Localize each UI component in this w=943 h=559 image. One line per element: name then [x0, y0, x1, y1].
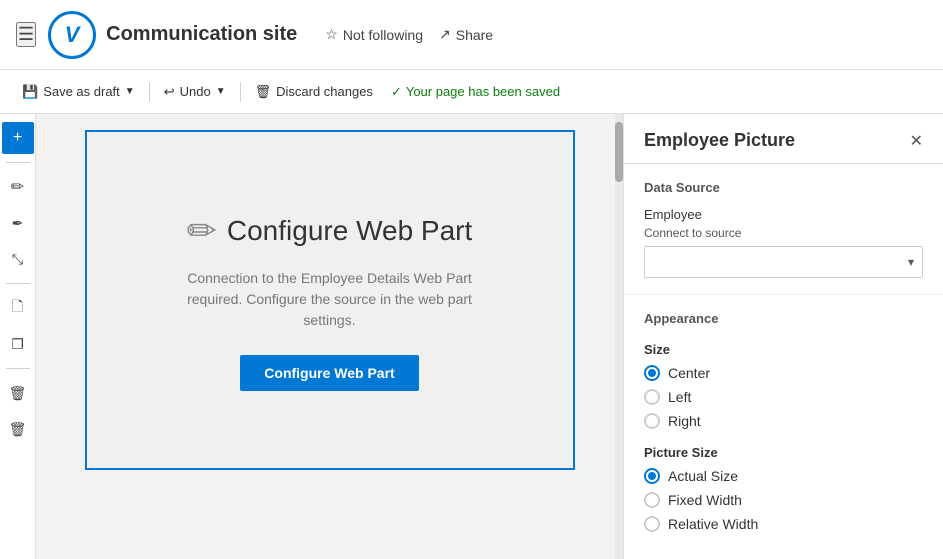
size-center-label: Center [668, 365, 710, 381]
size-option-right[interactable]: Right [644, 413, 923, 429]
panel-title: Employee Picture [644, 130, 795, 151]
picture-size-option-relative[interactable]: Relative Width [644, 516, 923, 532]
move-icon: ⤡ [12, 251, 23, 268]
web-part-container: ✏ Configure Web Part Connection to the E… [85, 130, 575, 470]
undo-button[interactable]: ↩ Undo ▼ [154, 78, 236, 106]
main-layout: + ✏ ✒ ⤡ 🗋 ❐ 🗑 🗑 ✏ Configure [0, 114, 943, 559]
edit-icon: ✏ [11, 177, 24, 197]
appearance-heading: Appearance [644, 311, 923, 326]
data-source-heading: Data Source [644, 180, 923, 195]
size-option-center[interactable]: Center [644, 365, 923, 381]
panel-close-button[interactable]: ✕ [910, 131, 923, 151]
configure-description: Connection to the Employee Details Web P… [180, 268, 480, 331]
not-following-button[interactable]: ☆ Not following [325, 26, 423, 43]
sidebar-separator-2 [6, 283, 30, 284]
picture-size-relative-label: Relative Width [668, 516, 758, 532]
dropdown-chevron-icon: ▾ [908, 255, 914, 269]
canvas-area: ✏ Configure Web Part Connection to the E… [36, 114, 623, 559]
sidebar-edit-icon[interactable]: ✏ [2, 171, 34, 203]
toolbar-divider-2 [240, 82, 241, 102]
discard-icon: 🗑 [255, 84, 272, 100]
undo-chevron-icon: ▼ [216, 86, 226, 97]
save-as-draft-button[interactable]: 💾 Save as draft ▼ [12, 78, 145, 106]
sidebar-pencil-icon[interactable]: ✒ [2, 207, 34, 239]
canvas-scrollbar[interactable] [615, 114, 623, 559]
size-left-label: Left [668, 389, 691, 405]
check-icon: ✓ [391, 84, 402, 100]
star-icon: ☆ [325, 26, 338, 43]
picture-size-option-fixed[interactable]: Fixed Width [644, 492, 923, 508]
panel-header: Employee Picture ✕ [624, 114, 943, 164]
share-button[interactable]: ↗ Share [439, 26, 493, 43]
configure-web-part-button[interactable]: Configure Web Part [240, 355, 418, 391]
undo-icon: ↩ [164, 84, 175, 100]
toolbar: 💾 Save as draft ▼ ↩ Undo ▼ 🗑 Discard cha… [0, 70, 943, 114]
add-section-button[interactable]: + [2, 122, 34, 154]
configure-title: ✏ Configure Web Part [187, 210, 473, 252]
data-source-section: Data Source Employee Connect to source ▾ [624, 164, 943, 295]
save-icon: 💾 [22, 84, 38, 100]
picture-size-actual-label: Actual Size [668, 468, 738, 484]
picture-size-radio-fixed [644, 492, 660, 508]
copy-icon: ❐ [11, 336, 24, 353]
sidebar-separator-1 [6, 162, 30, 163]
logo-icon: V [48, 11, 96, 59]
sidebar-page-icon[interactable]: 🗋 [2, 292, 34, 324]
sidebar-copy-icon[interactable]: ❐ [2, 328, 34, 360]
right-panel: Employee Picture ✕ Data Source Employee … [623, 114, 943, 559]
sidebar-move-icon[interactable]: ⤡ [2, 243, 34, 275]
share-icon: ↗ [439, 26, 451, 43]
canvas-scroll-thumb [615, 122, 623, 182]
pencil-icon: ✒ [12, 215, 24, 232]
trash-icon-1: 🗑 [9, 385, 27, 402]
connect-to-source-dropdown[interactable]: ▾ [644, 246, 923, 278]
sidebar-delete-icon-2[interactable]: 🗑 [2, 413, 34, 445]
page-icon: 🗋 [12, 296, 23, 320]
logo-container: V Communication site [48, 11, 297, 59]
save-chevron-icon: ▼ [125, 86, 135, 97]
picture-size-radio-actual [644, 468, 660, 484]
left-sidebar: + ✏ ✒ ⤡ 🗋 ❐ 🗑 🗑 [0, 114, 36, 559]
sidebar-separator-3 [6, 368, 30, 369]
size-right-label: Right [668, 413, 701, 429]
trash-icon-2: 🗑 [9, 421, 27, 438]
nav-actions: ☆ Not following ↗ Share [325, 26, 493, 43]
sidebar-delete-icon-1[interactable]: 🗑 [2, 377, 34, 409]
add-icon: + [13, 129, 22, 147]
employee-label: Employee [644, 207, 923, 222]
size-radio-group: Center Left Right [644, 365, 923, 429]
picture-size-fixed-label: Fixed Width [668, 492, 742, 508]
toolbar-divider-1 [149, 82, 150, 102]
hamburger-button[interactable]: ☰ [16, 22, 36, 47]
picture-size-option-actual[interactable]: Actual Size [644, 468, 923, 484]
picture-size-radio-relative [644, 516, 660, 532]
connect-to-source-label: Connect to source [644, 226, 923, 240]
saved-message: ✓ Your page has been saved [391, 84, 560, 100]
picture-size-label: Picture Size [644, 445, 923, 460]
appearance-section: Appearance Size Center Left Right Pictur… [624, 295, 943, 559]
size-radio-right [644, 413, 660, 429]
configure-pencil-icon: ✏ [187, 210, 217, 252]
site-title: Communication site [106, 23, 297, 46]
picture-size-radio-group: Actual Size Fixed Width Relative Width [644, 468, 923, 532]
size-option-left[interactable]: Left [644, 389, 923, 405]
top-nav: ☰ V Communication site ☆ Not following ↗… [0, 0, 943, 70]
size-label: Size [644, 342, 923, 357]
size-radio-center [644, 365, 660, 381]
size-radio-left [644, 389, 660, 405]
discard-changes-button[interactable]: 🗑 Discard changes [245, 78, 383, 106]
